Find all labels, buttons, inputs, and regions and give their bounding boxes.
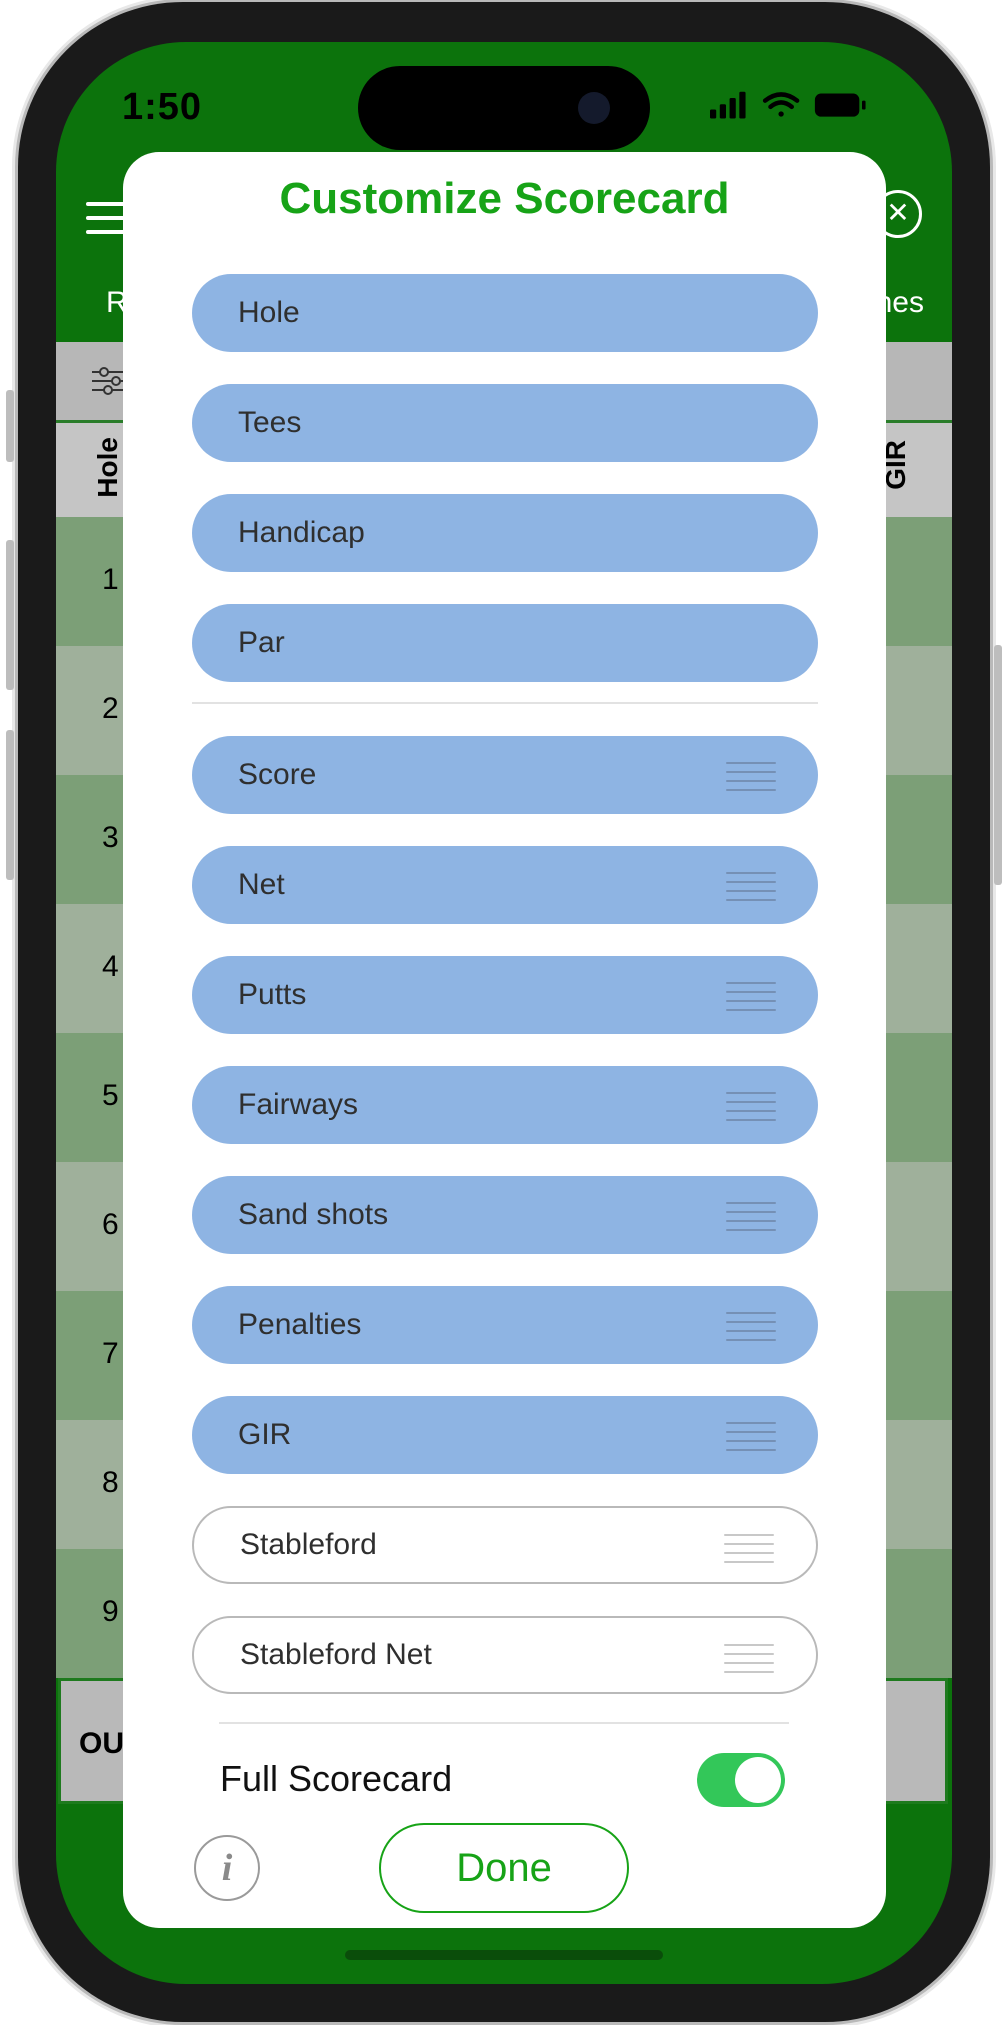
signal-icon bbox=[710, 91, 746, 119]
home-indicator[interactable] bbox=[345, 1950, 663, 1960]
column-item-gir[interactable]: GIR bbox=[192, 1396, 818, 1474]
column-item-label: Sand shots bbox=[238, 1198, 389, 1231]
hole-number: 4 bbox=[102, 950, 119, 983]
status-icons bbox=[710, 91, 866, 119]
column-item-label: Stableford bbox=[240, 1528, 377, 1561]
column-item-label: Tees bbox=[238, 406, 302, 439]
hole-number: 2 bbox=[102, 692, 119, 725]
hole-number: 8 bbox=[102, 1466, 119, 1499]
drag-handle-icon[interactable] bbox=[726, 762, 776, 798]
full-scorecard-toggle[interactable] bbox=[697, 1753, 785, 1807]
column-header-hole: Hole bbox=[92, 437, 123, 498]
drag-handle-icon[interactable] bbox=[726, 1422, 776, 1458]
full-scorecard-label: Full Scorecard bbox=[220, 1758, 453, 1799]
column-item-tees[interactable]: Tees bbox=[192, 384, 818, 462]
drag-handle-icon[interactable] bbox=[724, 1644, 774, 1680]
drag-handle-icon[interactable] bbox=[726, 1202, 776, 1238]
section-divider bbox=[219, 1722, 789, 1724]
column-item-sand-shots[interactable]: Sand shots bbox=[192, 1176, 818, 1254]
side-button-power bbox=[994, 645, 1002, 885]
customize-scorecard-modal: Customize Scorecard Hole Tees Handicap P… bbox=[123, 152, 886, 1928]
hole-number: 9 bbox=[102, 1595, 119, 1628]
column-item-label: Handicap bbox=[238, 516, 365, 549]
info-icon[interactable]: i bbox=[194, 1835, 260, 1901]
section-divider bbox=[192, 702, 818, 704]
column-item-stableford-net[interactable]: Stableford Net bbox=[192, 1616, 818, 1694]
hole-number: 7 bbox=[102, 1337, 119, 1370]
column-item-putts[interactable]: Putts bbox=[192, 956, 818, 1034]
column-item-penalties[interactable]: Penalties bbox=[192, 1286, 818, 1364]
drag-handle-icon[interactable] bbox=[724, 1534, 774, 1570]
battery-icon bbox=[814, 93, 866, 117]
hole-number: 6 bbox=[102, 1208, 119, 1241]
column-item-par[interactable]: Par bbox=[192, 604, 818, 682]
column-item-stableford[interactable]: Stableford bbox=[192, 1506, 818, 1584]
side-button-volume-up bbox=[6, 540, 14, 690]
column-item-fairways[interactable]: Fairways bbox=[192, 1066, 818, 1144]
column-item-label: Net bbox=[238, 868, 285, 901]
done-button[interactable]: Done bbox=[379, 1823, 629, 1913]
toggle-knob bbox=[735, 1757, 781, 1803]
hole-number: 5 bbox=[102, 1079, 119, 1112]
column-item-label: Par bbox=[238, 626, 285, 659]
side-button-volume-down bbox=[6, 730, 14, 880]
drag-handle-icon[interactable] bbox=[726, 872, 776, 908]
camera-icon bbox=[578, 92, 610, 124]
side-button-action bbox=[6, 390, 14, 462]
menu-icon[interactable] bbox=[86, 202, 126, 244]
column-item-label: Stableford Net bbox=[240, 1638, 432, 1671]
modal-title: Customize Scorecard bbox=[279, 174, 730, 223]
status-time: 1:50 bbox=[122, 86, 203, 128]
column-item-label: Fairways bbox=[238, 1088, 359, 1121]
column-item-label: Hole bbox=[238, 296, 300, 329]
column-item-label: Penalties bbox=[238, 1308, 362, 1341]
column-item-score[interactable]: Score bbox=[192, 736, 818, 814]
out-label: OU bbox=[79, 1727, 124, 1760]
wifi-icon bbox=[762, 92, 800, 117]
hole-number: 1 bbox=[102, 563, 119, 596]
hole-number: 3 bbox=[102, 821, 119, 854]
drag-handle-icon[interactable] bbox=[726, 1092, 776, 1128]
dynamic-island bbox=[358, 66, 650, 150]
column-item-label: GIR bbox=[238, 1418, 292, 1451]
column-item-net[interactable]: Net bbox=[192, 846, 818, 924]
column-item-label: Score bbox=[238, 758, 317, 791]
column-item-handicap[interactable]: Handicap bbox=[192, 494, 818, 572]
column-item-hole[interactable]: Hole bbox=[192, 274, 818, 352]
column-item-label: Putts bbox=[238, 978, 307, 1011]
drag-handle-icon[interactable] bbox=[726, 1312, 776, 1348]
drag-handle-icon[interactable] bbox=[726, 982, 776, 1018]
